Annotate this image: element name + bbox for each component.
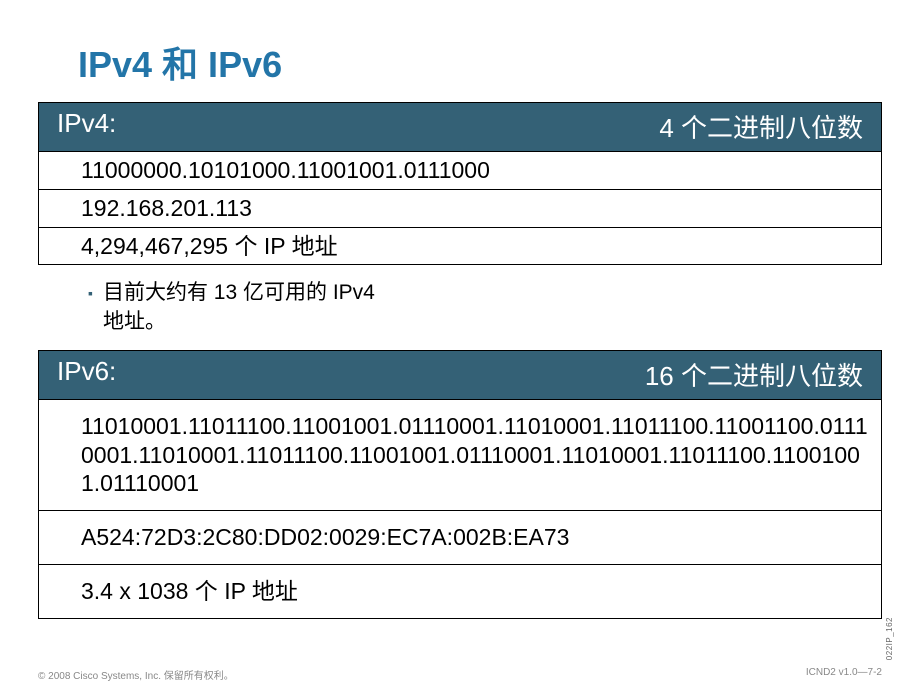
footer-page: ICND2 v1.0—7-2 xyxy=(806,667,882,682)
ipv4-count: 4,294,467,295 个 IP 地址 xyxy=(39,228,881,265)
ipv6-table: 11010001.11011100.11001001.01110001.1101… xyxy=(38,400,882,619)
table-row: 11000000.10101000.11001001.0111000 xyxy=(38,152,882,190)
ipv4-header: IPv4: 4 个二进制八位数 xyxy=(38,102,882,152)
table-row: 11010001.11011100.11001001.01110001.1101… xyxy=(38,400,882,511)
footer: © 2008 Cisco Systems, Inc. 保留所有权利。 ICND2… xyxy=(38,667,882,682)
ipv4-binary: 11000000.10101000.11001001.0111000 xyxy=(39,152,881,189)
ipv6-header: IPv6: 16 个二进制八位数 xyxy=(38,350,882,400)
bullet-text: 目前大约有 13 亿可用的 IPv4 地址。 xyxy=(103,279,375,336)
ipv4-header-left: IPv4: xyxy=(57,108,116,145)
ipv4-header-right: 4 个二进制八位数 xyxy=(659,108,863,145)
ipv4-table: 11000000.10101000.11001001.0111000 192.1… xyxy=(38,152,882,265)
ipv6-binary: 11010001.11011100.11001001.01110001.1101… xyxy=(39,400,881,510)
ipv6-hex: A524:72D3:2C80:DD02:0029:EC7A:002B:EA73 xyxy=(39,511,881,564)
bullet-marker-icon: ▪ xyxy=(88,285,93,301)
ipv6-header-left: IPv6: xyxy=(57,356,116,393)
ipv4-decimal: 192.168.201.113 xyxy=(39,190,881,227)
table-row: 4,294,467,295 个 IP 地址 xyxy=(38,228,882,266)
bullet-section: ▪ 目前大约有 13 亿可用的 IPv4 地址。 xyxy=(0,265,920,350)
ipv6-count: 3.4 x 1038 个 IP 地址 xyxy=(39,565,881,618)
ipv6-header-right: 16 个二进制八位数 xyxy=(645,356,863,393)
side-label: 022IP_162 xyxy=(885,617,894,660)
bullet-item: ▪ 目前大约有 13 亿可用的 IPv4 地址。 xyxy=(88,279,920,336)
table-row: 3.4 x 1038 个 IP 地址 xyxy=(38,565,882,619)
slide-title: IPv4 和 IPv6 xyxy=(0,0,920,98)
table-row: 192.168.201.113 xyxy=(38,190,882,228)
footer-copyright: © 2008 Cisco Systems, Inc. 保留所有权利。 xyxy=(38,667,234,682)
table-row: A524:72D3:2C80:DD02:0029:EC7A:002B:EA73 xyxy=(38,511,882,565)
